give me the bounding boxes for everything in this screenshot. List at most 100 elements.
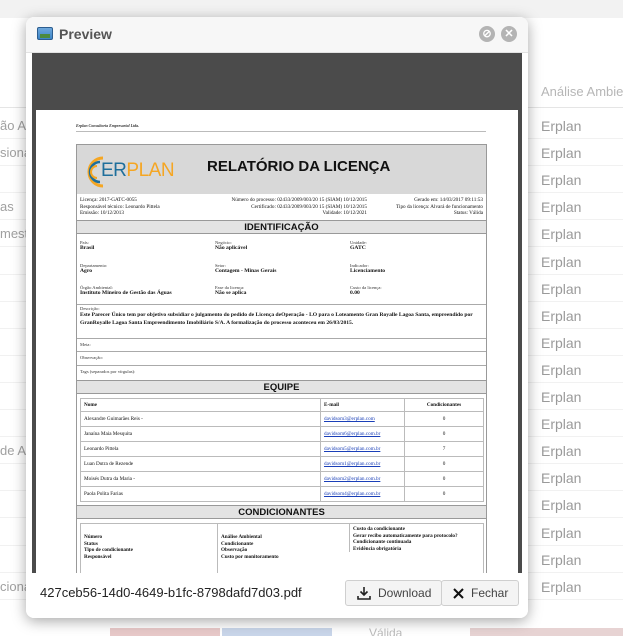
member-email-link[interactable]: davidsom6@erplan.com.br: [324, 431, 380, 437]
field-tags: Tags (separados por vírgulas):: [80, 369, 136, 374]
download-button[interactable]: Download: [345, 580, 443, 606]
row-company-cell: Erplan: [541, 118, 582, 134]
row-company-cell: Erplan: [541, 551, 582, 568]
download-icon: [357, 587, 371, 600]
member-email: davidsom5@erplan.com.br: [320, 441, 405, 457]
row-company-cell: Erplan: [541, 226, 582, 243]
field-meta: Meta:: [80, 342, 91, 347]
table-row: Janaína Maia Mesquita davidsom6@erplan.co…: [80, 426, 484, 442]
table-row: Leonardo Pittela davidsom5@erplan.com.br 7: [80, 441, 484, 457]
field-descricao: Descrição: Este Parecer Único tem por ob…: [80, 306, 473, 327]
field-negocio: Negócio: Não aplicável: [215, 240, 248, 251]
row-left-cell: mest: [0, 226, 29, 242]
column-header-analise[interactable]: Análise Ambiental: [541, 84, 623, 99]
row-company-cell: Erplan: [541, 443, 582, 460]
meta-middle: Número do processo: 02433/2009/003/20 15…: [231, 197, 367, 216]
member-email: davidsom6@erplan.com.br: [320, 426, 405, 442]
close-label: Fechar: [471, 586, 509, 600]
divider: [77, 338, 486, 339]
row-left-cell: as: [0, 199, 14, 215]
member-email: davidsom4@erplan.com.br: [320, 486, 405, 502]
section-condicionantes: CONDICIONANTES: [77, 505, 486, 519]
meta-left: Licença: 2017-GATC-0055 Responsável técn…: [80, 197, 160, 216]
field-observacao: Observação:: [80, 355, 103, 360]
field-custo: Custo da licença: 0.00: [350, 285, 382, 296]
member-email-link[interactable]: davidsom5@erplan.com.br: [324, 446, 380, 452]
col-email: E-mail: [320, 398, 405, 412]
bottom-cell: Válida: [369, 626, 403, 636]
member-condicionantes: 0: [404, 426, 484, 442]
row-company-cell: Erplan: [541, 172, 582, 189]
member-email: davidsom3@erplan.com: [320, 411, 405, 427]
deco-bar: [470, 628, 623, 636]
member-condicionantes: 0: [404, 471, 484, 487]
member-email-link[interactable]: davidsom3@erplan.com: [324, 416, 375, 422]
section-identificacao: IDENTIFICAÇÃO: [77, 220, 486, 234]
row-company-cell: Erplan: [541, 416, 582, 433]
member-name: Janaína Maia Mesquita: [80, 426, 321, 442]
col-nome: Nome: [80, 398, 321, 412]
row-company-cell: Erplan: [541, 145, 582, 162]
cond-field-label: Tipo de condicionante: [84, 547, 133, 553]
member-email-link[interactable]: davidsom2@erplan.com.br: [324, 476, 380, 482]
divider: [77, 351, 486, 352]
member-email-link[interactable]: davidsom1@erplan.com.br: [324, 461, 380, 467]
member-name: Alexandre Guimarães Reis -: [80, 411, 321, 427]
member-name: Leonardo Pittela: [80, 441, 321, 457]
member-email-link[interactable]: davidsom4@erplan.com.br: [324, 491, 380, 497]
cond-field-label: Evidência obrigatória: [353, 545, 402, 552]
table-row: Paola Polita Farias davidsom4@erplan.com.…: [80, 486, 484, 502]
report-banner: ERPLAN RELATÓRIO DA LICENÇA: [77, 145, 486, 194]
row-company-cell: Erplan: [541, 524, 582, 541]
field-orgao: Órgão Ambiental: Instituto Mineiro de Ges…: [80, 285, 172, 296]
row-company-cell: Erplan: [541, 307, 582, 324]
equipe-table: Nome E-mail Condicionantes Alexandre Gui…: [80, 398, 484, 502]
cond-field-label: Responsável: [84, 553, 112, 560]
member-name: Paola Polita Farias: [80, 486, 321, 502]
field-setor: Setor: Contagem - Minas Gerais: [215, 263, 277, 274]
row-company-cell: Erplan: [541, 361, 582, 378]
report-title: RELATÓRIO DA LICENÇA: [207, 158, 391, 175]
divider: [76, 131, 486, 132]
member-condicionantes: 7: [404, 441, 484, 457]
deco-bar: [110, 628, 220, 636]
table-row: Luan Dutra de Rezende davidsom1@erplan.co…: [80, 456, 484, 472]
pdf-viewer[interactable]: Erplan Consultoria Empresarial Ltda. ERP…: [32, 53, 522, 573]
cond-col-1: Número Status Tipo de condicionante Respons…: [84, 534, 133, 560]
modal-footer: 427ceb56-14d0-4649-b1fc-8798dafd7d03.pdf…: [26, 574, 528, 618]
close-x-icon: [453, 587, 464, 599]
image-icon: [37, 27, 53, 40]
pdf-page: Erplan Consultoria Empresarial Ltda. ERP…: [36, 110, 518, 573]
field-unidade: Unidade: GATC: [350, 240, 367, 251]
row-company-cell: Erplan: [541, 280, 582, 297]
row-company-cell: Erplan: [541, 253, 582, 270]
member-name: Luan Dutra de Rezende: [80, 456, 321, 472]
member-condicionantes: 0: [404, 411, 484, 427]
cond-col-2: Análise Ambiental Condicionante Observação…: [217, 524, 279, 573]
field-pais: País: Brasil: [80, 240, 95, 251]
col-condicionantes: Condicionantes: [404, 398, 484, 412]
divider: [77, 365, 486, 366]
download-label: Download: [378, 586, 432, 600]
field-indicador: Indicador: Licenciamento: [350, 263, 386, 274]
cond-col-3: Custo da condicionante Gerar recibo autom…: [349, 524, 484, 552]
modal-titlebar: Preview ⊘ ✕: [26, 17, 528, 53]
member-condicionantes: 0: [404, 486, 484, 502]
divider: [77, 304, 486, 305]
close-icon[interactable]: ✕: [501, 26, 517, 42]
preview-modal: Preview ⊘ ✕ Erplan Consultoria Empresari…: [26, 17, 528, 618]
meta-right: Gerado em: 14/03/2017 09:11:53 Tipo da l…: [396, 197, 483, 216]
member-email: davidsom2@erplan.com.br: [320, 471, 405, 487]
member-name: Moisés Dutra da Maria -: [80, 471, 321, 487]
close-button[interactable]: Fechar: [441, 580, 520, 606]
erplan-logo: ERPLAN: [85, 153, 175, 188]
field-fase: Fase da licença: Não se aplica: [215, 285, 247, 296]
condicionantes-block: Número Status Tipo de condicionante Respons…: [80, 523, 484, 573]
minimize-icon[interactable]: ⊘: [479, 26, 495, 42]
member-email: davidsom1@erplan.com.br: [320, 456, 405, 472]
table-row: Alexandre Guimarães Reis - davidsom3@erpl…: [80, 411, 484, 427]
filename-label: 427ceb56-14d0-4649-b1fc-8798dafd7d03.pdf: [40, 585, 302, 600]
top-band: [0, 0, 623, 18]
row-company-cell: Erplan: [541, 199, 582, 216]
modal-title: Preview: [59, 26, 112, 42]
